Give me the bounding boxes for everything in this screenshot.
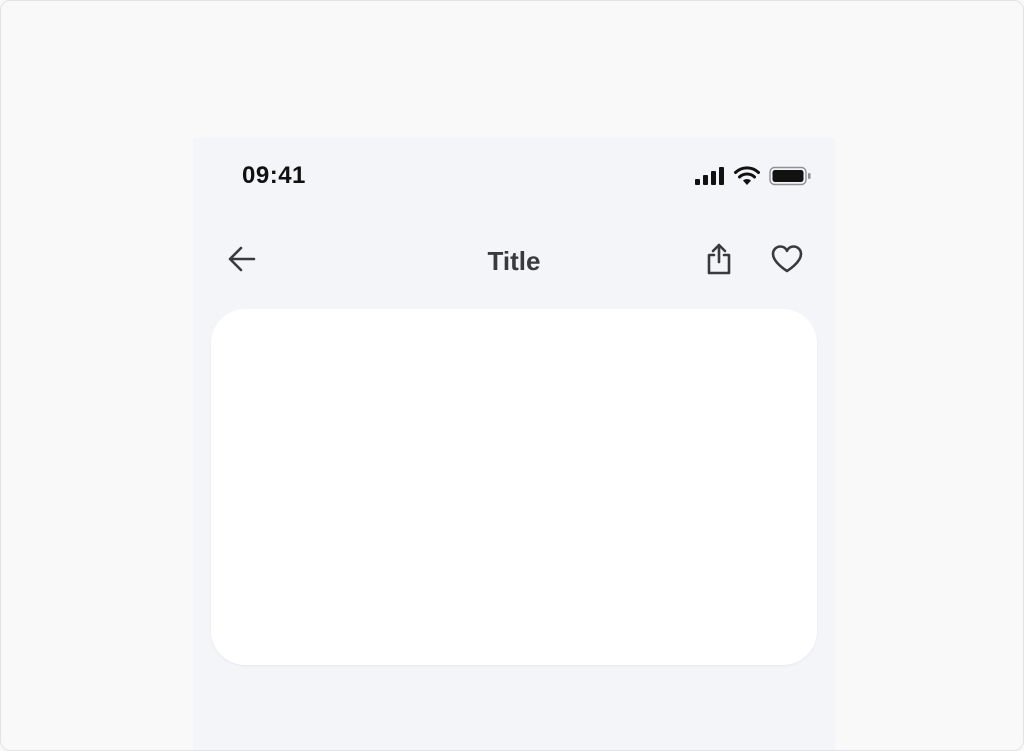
wifi-icon [733,166,761,191]
status-bar: 09:41 [193,138,835,214]
share-button[interactable] [697,239,741,283]
favorite-button[interactable] [765,239,809,283]
navigation-bar: Title [193,228,835,294]
status-icons [695,166,811,191]
share-icon [703,242,735,281]
heart-icon [770,244,804,279]
canvas-frame: 09:41 Title [0,0,1024,751]
battery-icon [769,166,811,191]
status-time: 09:41 [242,162,306,189]
content-card [211,309,817,665]
cellular-signal-icon [695,166,725,191]
phone-screen: 09:41 Title [193,138,835,750]
